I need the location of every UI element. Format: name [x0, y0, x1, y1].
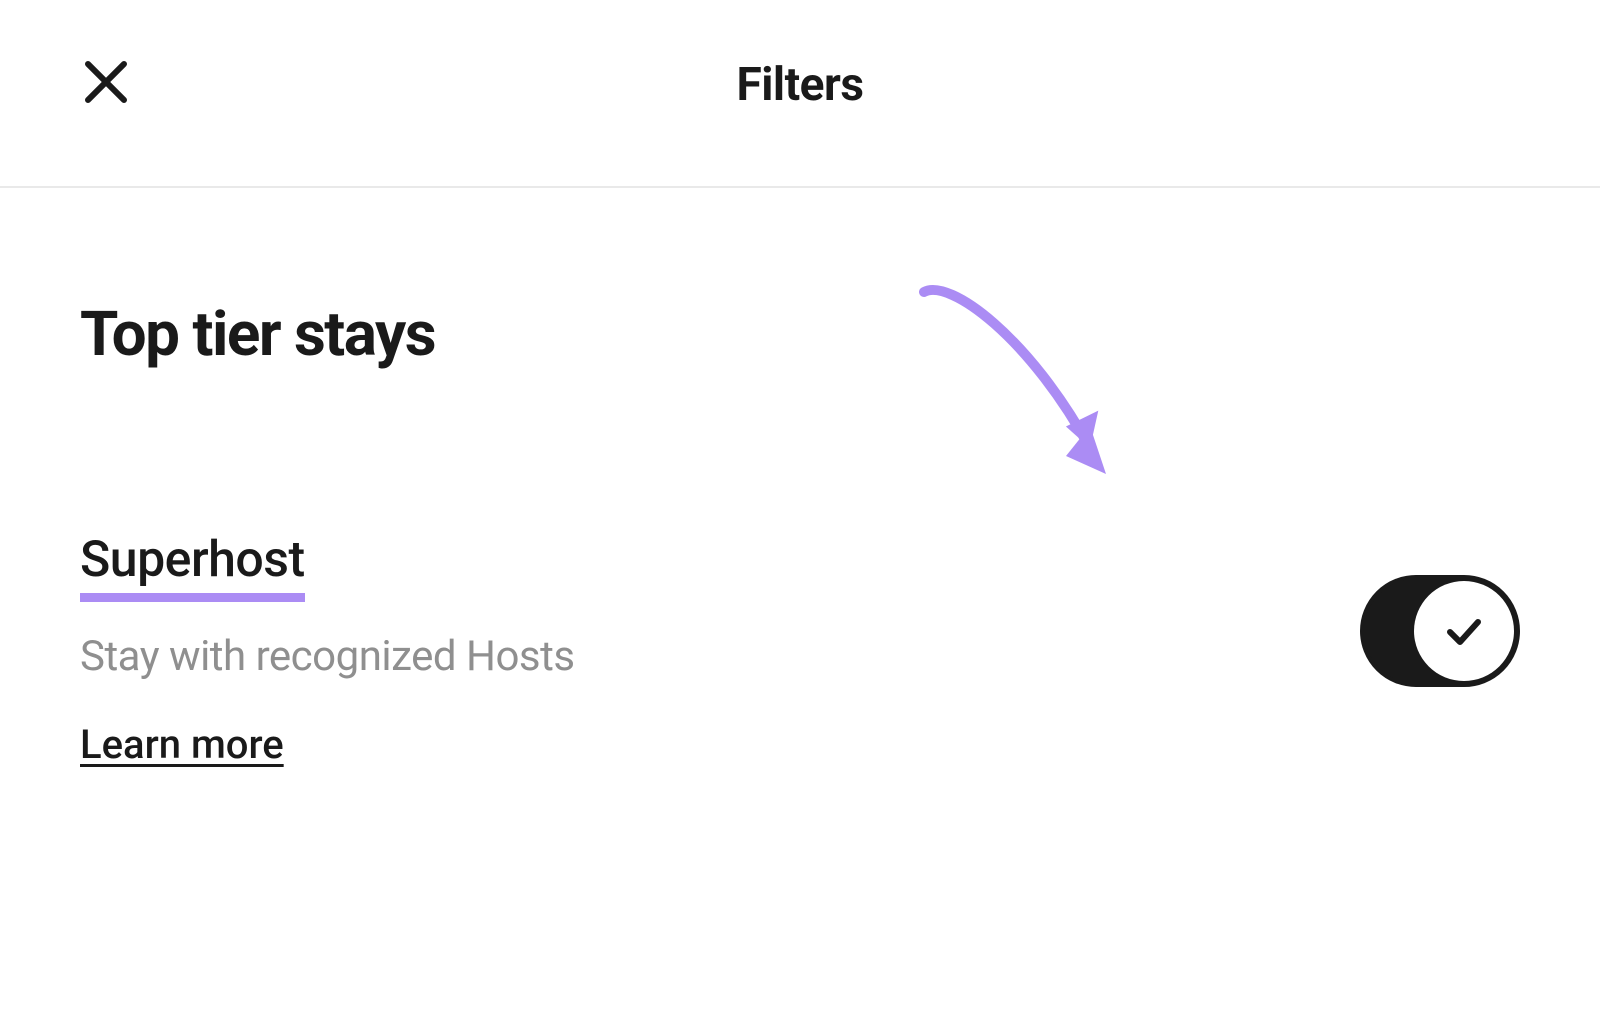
check-icon — [1442, 609, 1486, 653]
toggle-knob — [1414, 581, 1514, 681]
superhost-toggle[interactable] — [1360, 575, 1520, 687]
close-button[interactable] — [76, 52, 136, 112]
superhost-text-group: Superhost Stay with recognized Hosts Lea… — [80, 531, 1360, 768]
learn-more-link[interactable]: Learn more — [80, 721, 284, 768]
modal-title: Filters — [0, 58, 1600, 112]
modal-header: Filters — [0, 0, 1600, 188]
superhost-description: Stay with recognized Hosts — [80, 632, 1360, 681]
section-title: Top tier stays — [80, 298, 1520, 371]
superhost-title: Superhost — [80, 531, 305, 602]
filters-content: Top tier stays Superhost Stay with recog… — [0, 188, 1600, 768]
close-icon — [84, 60, 128, 104]
superhost-filter-row: Superhost Stay with recognized Hosts Lea… — [80, 531, 1520, 768]
